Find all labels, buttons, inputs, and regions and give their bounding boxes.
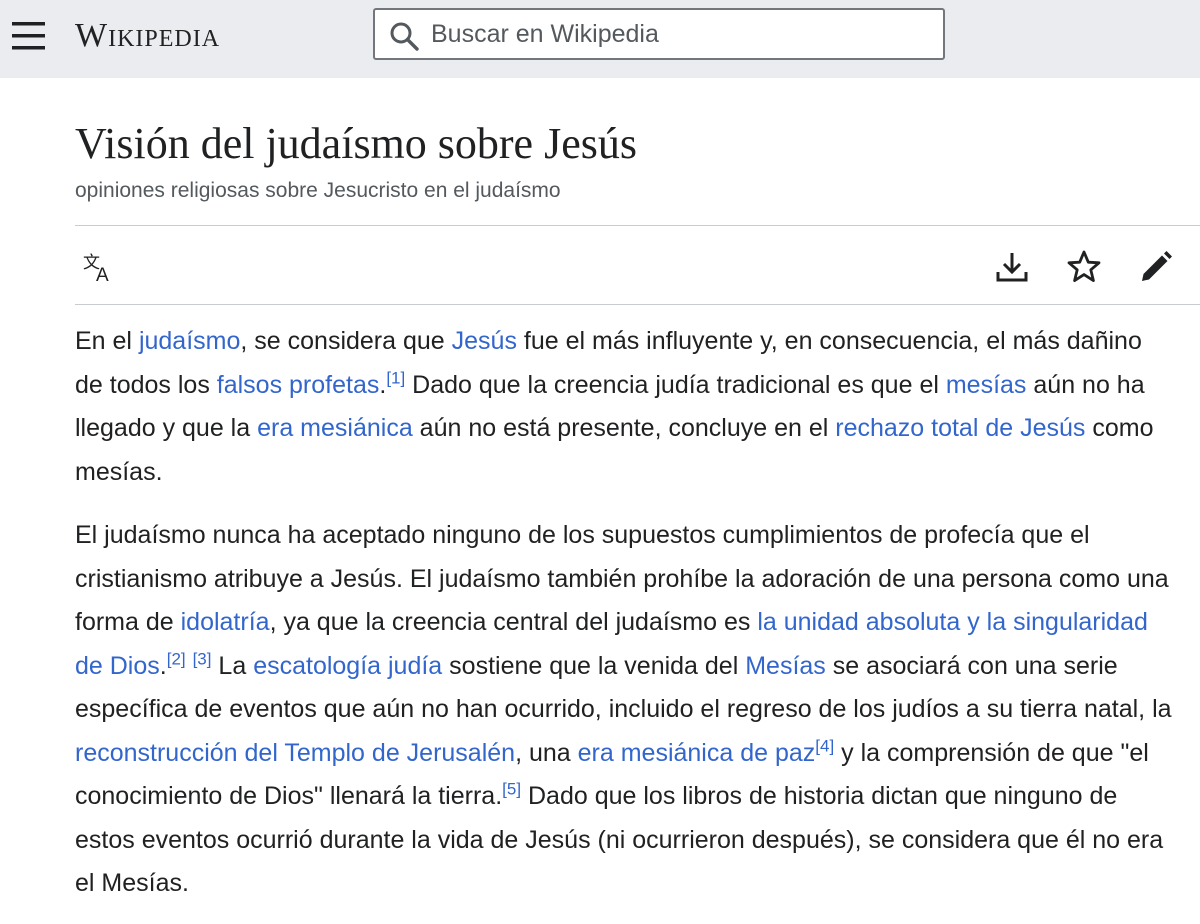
text: aún no está presente, concluye en el	[412, 414, 836, 442]
divider	[75, 225, 1200, 226]
search-box[interactable]	[373, 8, 945, 60]
article-content: En el judaísmo, se considera que Jesús f…	[75, 320, 1175, 906]
search-icon	[390, 22, 419, 51]
divider	[75, 304, 1200, 305]
reference-1[interactable]: [1]	[386, 368, 405, 387]
link-mesias[interactable]: Mesías	[745, 652, 826, 680]
hamburger-menu-icon	[12, 22, 45, 50]
link-falsos-profetas[interactable]: falsos profetas	[217, 371, 380, 399]
link-rechazo-total-de-jesus[interactable]: rechazo total de Jesús	[835, 414, 1085, 442]
text: Dado que la creencia judía tradicional e…	[405, 370, 946, 399]
reference-link[interactable]: [1]	[386, 368, 405, 387]
download-icon	[996, 253, 1028, 282]
link-judaismo[interactable]: judaísmo	[139, 327, 240, 355]
edit-button[interactable]	[1137, 248, 1175, 286]
top-header: Wikipedia	[0, 0, 1200, 78]
svg-text:A: A	[96, 265, 109, 286]
language-button[interactable]: 文 A	[80, 248, 118, 286]
link-idolatria[interactable]: idolatría	[181, 608, 270, 636]
page-title: Visión del judaísmo sobre Jesús	[75, 119, 637, 168]
reference-3[interactable]: [3]	[193, 649, 212, 668]
page-subtitle: opiniones religiosas sobre Jesucristo en…	[75, 179, 561, 202]
link-mesias[interactable]: mesías	[946, 371, 1027, 399]
star-icon	[1067, 250, 1101, 282]
reference-2[interactable]: [2]	[167, 649, 186, 668]
translate-icon: 文 A	[83, 253, 109, 286]
link-era-mesianica-de-paz[interactable]: era mesiánica de paz	[578, 739, 816, 767]
reference-5[interactable]: [5]	[502, 780, 521, 799]
paragraph-1: En el judaísmo, se considera que Jesús f…	[75, 320, 1175, 494]
text: , una	[515, 738, 578, 767]
reference-link[interactable]: [2]	[167, 649, 186, 668]
paragraph-2: El judaísmo nunca ha aceptado ninguno de…	[75, 514, 1175, 906]
reference-4[interactable]: [4]	[815, 736, 834, 755]
reference-link[interactable]: [3]	[193, 649, 212, 668]
link-reconstruccion-templo[interactable]: reconstrucción del Templo de Jerusalén	[75, 739, 515, 767]
edit-pencil-icon	[1142, 251, 1172, 281]
text: , se considera que	[240, 327, 452, 355]
main-menu-button[interactable]	[12, 19, 48, 53]
text: .	[159, 651, 167, 680]
watch-star-button[interactable]	[1065, 248, 1103, 286]
reference-link[interactable]: [4]	[815, 736, 834, 755]
text: La	[211, 651, 254, 680]
download-button[interactable]	[993, 248, 1031, 286]
text: , ya que la creencia central del judaísm…	[269, 608, 758, 636]
text: sostiene que la venida del	[442, 651, 746, 680]
wikipedia-wordmark-logo[interactable]: Wikipedia	[75, 14, 220, 58]
reference-link[interactable]: [5]	[502, 780, 521, 799]
link-jesus[interactable]: Jesús	[452, 327, 517, 355]
link-era-mesianica[interactable]: era mesiánica	[257, 414, 413, 442]
text: En el	[75, 327, 139, 355]
search-input[interactable]	[431, 10, 931, 58]
link-escatologia-judia[interactable]: escatología judía	[253, 652, 442, 680]
